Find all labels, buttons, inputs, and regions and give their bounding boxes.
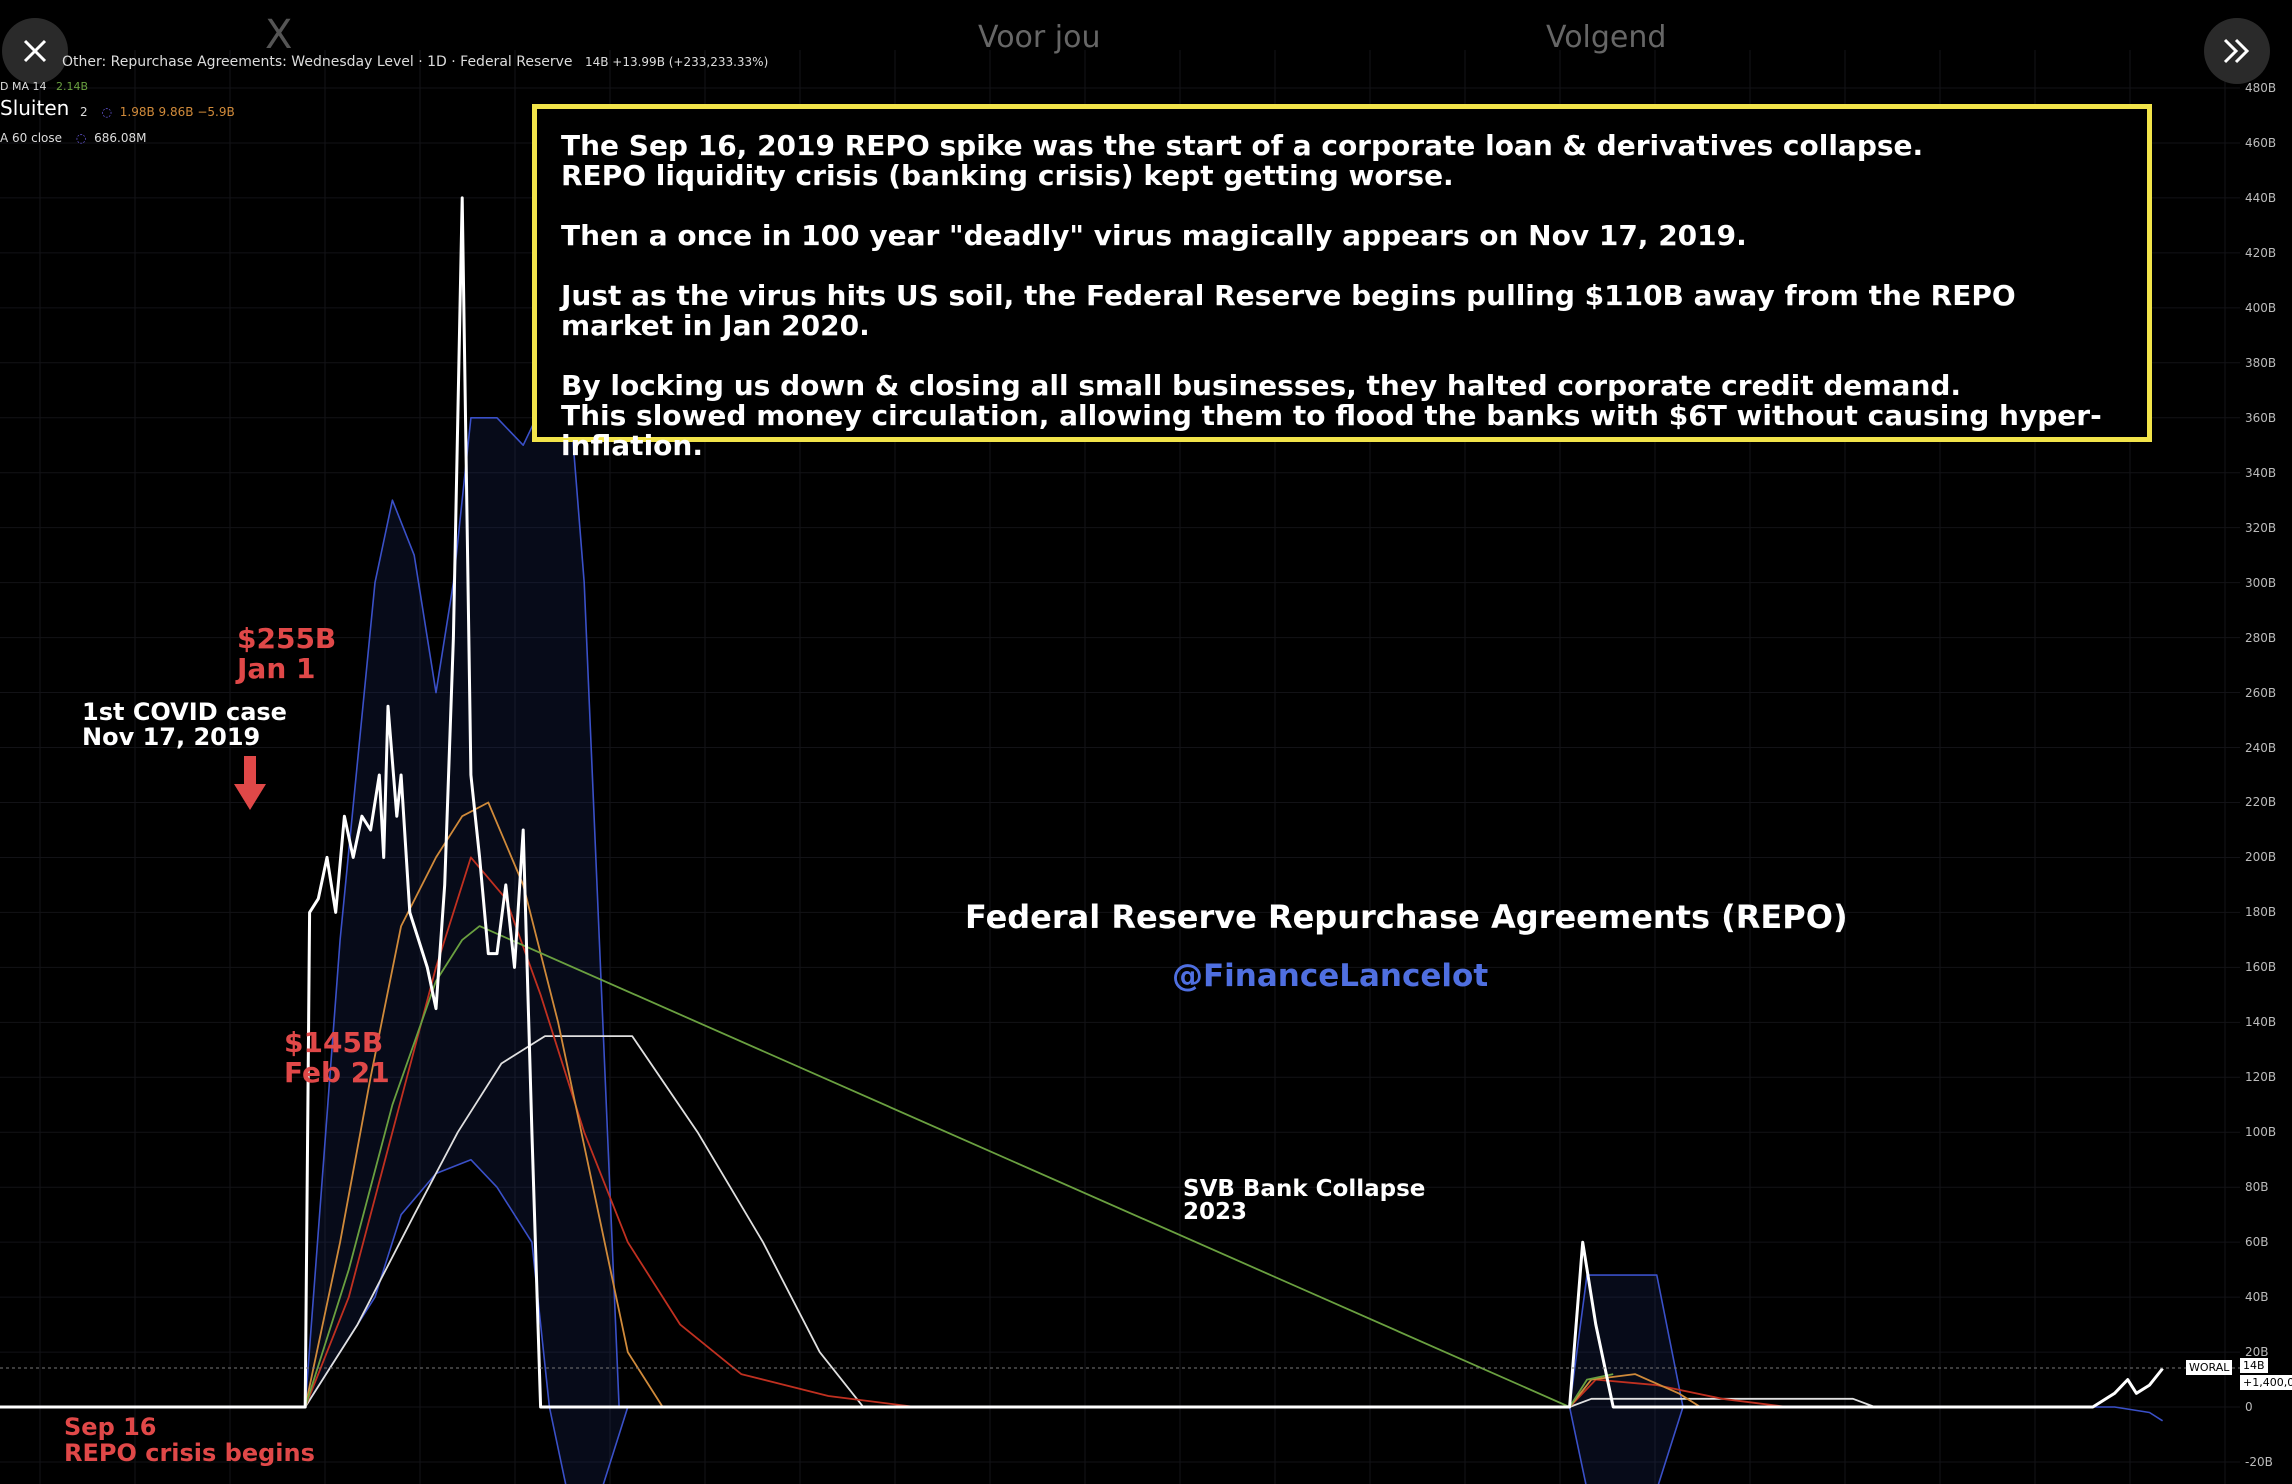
callout-paragraph-1: The Sep 16, 2019 REPO spike was the star… [561,129,1924,192]
series-line-ma-green [0,925,1614,1408]
chart-handle: @FinanceLancelot [1172,958,1489,994]
legend-row-2: 2 ◌ 1.98B 9.86B −5.9B [80,105,235,119]
tab-following[interactable]: Volgend [1546,20,1666,55]
y-tick-label: 140B [2245,1015,2277,1030]
expand-button[interactable] [2204,18,2270,84]
y-tick-label: 60B [2245,1235,2269,1250]
callout-paragraph-4: By locking us down & closing all small b… [561,369,2102,462]
y-tick-label: -20B [2245,1455,2273,1469]
y-tick-label: 320B [2245,520,2277,535]
callout-box: The Sep 16, 2019 REPO spike was the star… [532,104,2152,461]
tab-for-you[interactable]: Voor jou [978,20,1100,55]
close-icon [23,39,47,63]
y-tick-label: 180B [2245,905,2277,920]
series-title: Other: Repurchase Agreements: Wednesday … [62,54,573,70]
price-label: WORAL [2186,1360,2233,1375]
y-tick-label: 40B [2245,1290,2269,1305]
y-tick-label: 200B [2245,850,2277,865]
y-tick-label: 0 [2245,1400,2253,1415]
y-tick-label: 440B [2245,190,2277,205]
legend-row2-label: 2 [80,105,88,119]
indicator-icon: ◌ [75,131,87,145]
series-values: 14B +13.99B (+233,233.33%) [584,55,769,69]
y-tick-label: 280B [2245,630,2277,645]
legend-row-1: D MA 14 2.14B [0,80,88,93]
y-tick-label: 300B [2245,575,2277,590]
legend-row3-label: A 60 close [0,131,63,145]
annotation-peak: $255B Jan 1 [237,622,337,685]
y-tick-label: 80B [2245,1180,2269,1195]
annotation-feb: $145B Feb 21 [284,1026,390,1089]
annotation-svb: SVB Bank Collapse 2023 [1183,1176,1426,1225]
y-tick-label: 160B [2245,960,2277,975]
legend-row2-values: 1.98B 9.86B −5.9B [119,105,235,119]
callout-paragraph-3: Just as the virus hits US soil, the Fede… [561,279,2016,342]
y-tick-label: 480B [2245,81,2277,95]
chevron-double-right-icon [2223,38,2250,64]
y-tick-label: 220B [2245,795,2277,810]
legend-row3-value: 686.08M [94,131,147,145]
y-tick-label: 400B [2245,300,2277,315]
series-line-ma-orange [0,801,1701,1408]
price-value: 14B [2240,1358,2268,1373]
y-tick-label: 240B [2245,740,2277,755]
y-tick-label: 340B [2245,465,2277,480]
y-tick-label: 380B [2245,355,2277,370]
series-line-band-upper [0,362,1684,1408]
legend-row1-value: 2.14B [55,80,89,93]
chart-title: Federal Reserve Repurchase Agreements (R… [965,898,1848,936]
callout-paragraph-2: Then a once in 100 year "deadly" virus m… [561,219,1747,252]
series-header: Other: Repurchase Agreements: Wednesday … [62,54,768,70]
annotation-covid: 1st COVID case Nov 17, 2019 [82,698,287,751]
close-button[interactable] [2,18,68,84]
annotation-sep: Sep 16 REPO crisis begins [64,1413,315,1467]
close-label: Sluiten [0,96,70,120]
legend-row-3: A 60 close ◌ 686.08M [0,131,147,145]
y-tick-label: 120B [2245,1070,2277,1085]
price-change: +1,400,0 [2240,1375,2292,1390]
y-tick-label: 460B [2245,135,2277,150]
y-tick-label: 20B [2245,1345,2269,1360]
y-tick-label: 100B [2245,1125,2277,1140]
indicator-icon: ◌ [101,105,112,119]
y-tick-label: 260B [2245,685,2277,700]
red-arrow-icon [234,756,266,810]
x-logo: X [265,12,293,58]
y-tick-label: 360B [2245,410,2277,425]
y-tick-label: 420B [2245,245,2277,260]
legend-row1-label: D MA 14 [0,80,47,93]
